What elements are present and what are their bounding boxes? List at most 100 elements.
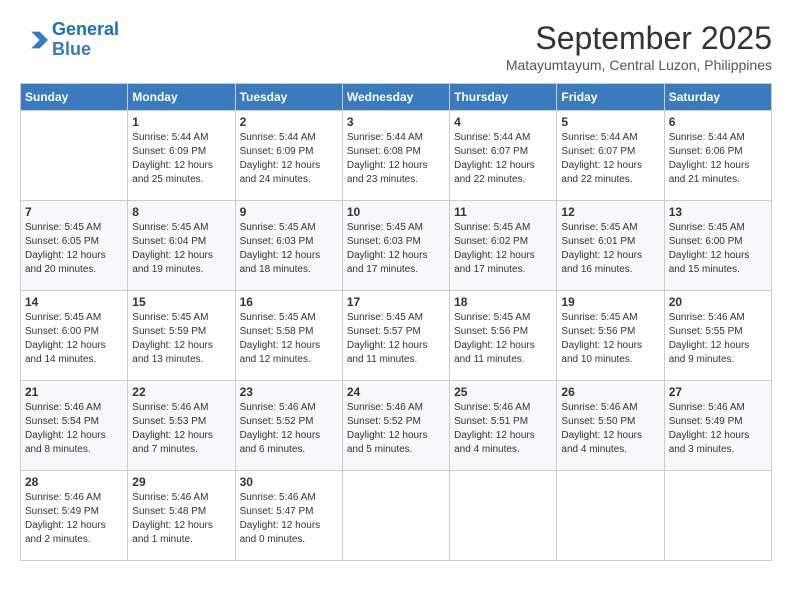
calendar-cell: 30 Sunrise: 5:46 AMSunset: 5:47 PMDayligh… [235, 471, 342, 561]
day-info: Sunrise: 5:46 AMSunset: 5:55 PMDaylight:… [669, 311, 767, 367]
calendar-week-row: 1 Sunrise: 5:44 AMSunset: 6:09 PMDaylight… [21, 111, 772, 201]
day-info: Sunrise: 5:46 AMSunset: 5:48 PMDaylight:… [132, 491, 230, 547]
day-info: Sunrise: 5:44 AMSunset: 6:07 PMDaylight:… [454, 131, 552, 187]
day-number: 28 [25, 475, 123, 489]
day-number: 30 [240, 475, 338, 489]
day-info: Sunrise: 5:45 AMSunset: 5:56 PMDaylight:… [561, 311, 659, 367]
day-number: 16 [240, 295, 338, 309]
column-header-sunday: Sunday [21, 84, 128, 111]
calendar-cell [21, 111, 128, 201]
day-number: 2 [240, 115, 338, 129]
day-number: 6 [669, 115, 767, 129]
logo-text: General Blue [52, 20, 119, 60]
day-info: Sunrise: 5:46 AMSunset: 5:54 PMDaylight:… [25, 401, 123, 457]
calendar-cell: 20 Sunrise: 5:46 AMSunset: 5:55 PMDayligh… [664, 291, 771, 381]
calendar-cell: 26 Sunrise: 5:46 AMSunset: 5:50 PMDayligh… [557, 381, 664, 471]
day-info: Sunrise: 5:45 AMSunset: 6:04 PMDaylight:… [132, 221, 230, 277]
day-number: 26 [561, 385, 659, 399]
calendar-cell: 16 Sunrise: 5:45 AMSunset: 5:58 PMDayligh… [235, 291, 342, 381]
day-number: 27 [669, 385, 767, 399]
day-number: 12 [561, 205, 659, 219]
column-header-wednesday: Wednesday [342, 84, 449, 111]
day-number: 1 [132, 115, 230, 129]
calendar-cell: 27 Sunrise: 5:46 AMSunset: 5:49 PMDayligh… [664, 381, 771, 471]
calendar-cell: 21 Sunrise: 5:46 AMSunset: 5:54 PMDayligh… [21, 381, 128, 471]
calendar-cell: 24Sunrise: 5:46 AMSunset: 5:52 PMDayligh… [342, 381, 449, 471]
calendar-cell [664, 471, 771, 561]
calendar-cell: 10 Sunrise: 5:45 AMSunset: 6:03 PMDayligh… [342, 201, 449, 291]
day-number: 19 [561, 295, 659, 309]
day-number: 15 [132, 295, 230, 309]
day-info: Sunrise: 5:45 AMSunset: 6:03 PMDaylight:… [240, 221, 338, 277]
day-number: 11 [454, 205, 552, 219]
day-info: Sunrise: 5:46 AMSunset: 5:50 PMDaylight:… [561, 401, 659, 457]
calendar-cell: 8 Sunrise: 5:45 AMSunset: 6:04 PMDaylight… [128, 201, 235, 291]
day-info: Sunrise: 5:46 AMSunset: 5:47 PMDaylight:… [240, 491, 338, 547]
day-info: Sunrise: 5:46 AMSunset: 5:53 PMDaylight:… [132, 401, 230, 457]
day-info: Sunrise: 5:44 AMSunset: 6:06 PMDaylight:… [669, 131, 767, 187]
day-number: 25 [454, 385, 552, 399]
calendar-cell: 28Sunrise: 5:46 AMSunset: 5:49 PMDayligh… [21, 471, 128, 561]
day-info: Sunrise: 5:45 AMSunset: 6:03 PMDaylight:… [347, 221, 445, 277]
column-header-monday: Monday [128, 84, 235, 111]
day-number: 13 [669, 205, 767, 219]
calendar-week-row: 28Sunrise: 5:46 AMSunset: 5:49 PMDayligh… [21, 471, 772, 561]
day-number: 23 [240, 385, 338, 399]
calendar-cell: 12 Sunrise: 5:45 AMSunset: 6:01 PMDayligh… [557, 201, 664, 291]
day-number: 5 [561, 115, 659, 129]
day-info: Sunrise: 5:46 AMSunset: 5:49 PMDaylight:… [669, 401, 767, 457]
day-number: 4 [454, 115, 552, 129]
calendar-cell: 7 Sunrise: 5:45 AMSunset: 6:05 PMDaylight… [21, 201, 128, 291]
day-number: 21 [25, 385, 123, 399]
calendar-week-row: 7 Sunrise: 5:45 AMSunset: 6:05 PMDaylight… [21, 201, 772, 291]
column-header-saturday: Saturday [664, 84, 771, 111]
calendar-cell: 11Sunrise: 5:45 AMSunset: 6:02 PMDayligh… [450, 201, 557, 291]
calendar-cell: 15 Sunrise: 5:45 AMSunset: 5:59 PMDayligh… [128, 291, 235, 381]
calendar-cell: 3 Sunrise: 5:44 AMSunset: 6:08 PMDaylight… [342, 111, 449, 201]
day-number: 29 [132, 475, 230, 489]
day-info: Sunrise: 5:44 AMSunset: 6:09 PMDaylight:… [240, 131, 338, 187]
calendar-cell: 6 Sunrise: 5:44 AMSunset: 6:06 PMDaylight… [664, 111, 771, 201]
calendar-cell: 2 Sunrise: 5:44 AMSunset: 6:09 PMDaylight… [235, 111, 342, 201]
calendar-cell: 4 Sunrise: 5:44 AMSunset: 6:07 PMDaylight… [450, 111, 557, 201]
day-info: Sunrise: 5:44 AMSunset: 6:07 PMDaylight:… [561, 131, 659, 187]
calendar-cell [450, 471, 557, 561]
day-info: Sunrise: 5:46 AMSunset: 5:51 PMDaylight:… [454, 401, 552, 457]
day-number: 20 [669, 295, 767, 309]
calendar-cell [557, 471, 664, 561]
calendar-cell: 19 Sunrise: 5:45 AMSunset: 5:56 PMDayligh… [557, 291, 664, 381]
calendar-cell: 29 Sunrise: 5:46 AMSunset: 5:48 PMDayligh… [128, 471, 235, 561]
day-info: Sunrise: 5:45 AMSunset: 6:00 PMDaylight:… [25, 311, 123, 367]
day-info: Sunrise: 5:46 AMSunset: 5:52 PMDaylight:… [240, 401, 338, 457]
day-number: 14 [25, 295, 123, 309]
day-info: Sunrise: 5:45 AMSunset: 5:59 PMDaylight:… [132, 311, 230, 367]
day-number: 22 [132, 385, 230, 399]
location-subtitle: Matayumtayum, Central Luzon, Philippines [506, 57, 772, 73]
calendar-cell: 5 Sunrise: 5:44 AMSunset: 6:07 PMDaylight… [557, 111, 664, 201]
column-header-friday: Friday [557, 84, 664, 111]
title-section: September 2025 Matayumtayum, Central Luz… [506, 20, 772, 73]
day-number: 7 [25, 205, 123, 219]
day-number: 24 [347, 385, 445, 399]
day-number: 3 [347, 115, 445, 129]
calendar-week-row: 14 Sunrise: 5:45 AMSunset: 6:00 PMDayligh… [21, 291, 772, 381]
day-number: 17 [347, 295, 445, 309]
month-title: September 2025 [506, 20, 772, 57]
calendar-cell: 18Sunrise: 5:45 AMSunset: 5:56 PMDayligh… [450, 291, 557, 381]
day-info: Sunrise: 5:44 AMSunset: 6:08 PMDaylight:… [347, 131, 445, 187]
calendar-cell: 14 Sunrise: 5:45 AMSunset: 6:00 PMDayligh… [21, 291, 128, 381]
day-info: Sunrise: 5:45 AMSunset: 6:01 PMDaylight:… [561, 221, 659, 277]
day-number: 10 [347, 205, 445, 219]
logo-icon [20, 26, 48, 54]
day-info: Sunrise: 5:45 AMSunset: 5:57 PMDaylight:… [347, 311, 445, 367]
logo-line1: General [52, 19, 119, 39]
logo-line2: Blue [52, 39, 91, 59]
column-header-tuesday: Tuesday [235, 84, 342, 111]
calendar-cell: 23 Sunrise: 5:46 AMSunset: 5:52 PMDayligh… [235, 381, 342, 471]
day-info: Sunrise: 5:44 AMSunset: 6:09 PMDaylight:… [132, 131, 230, 187]
day-info: Sunrise: 5:45 AMSunset: 6:05 PMDaylight:… [25, 221, 123, 277]
day-info: Sunrise: 5:45 AMSunset: 5:58 PMDaylight:… [240, 311, 338, 367]
calendar-cell: 9Sunrise: 5:45 AMSunset: 6:03 PMDaylight… [235, 201, 342, 291]
calendar-cell: 22 Sunrise: 5:46 AMSunset: 5:53 PMDayligh… [128, 381, 235, 471]
day-number: 8 [132, 205, 230, 219]
